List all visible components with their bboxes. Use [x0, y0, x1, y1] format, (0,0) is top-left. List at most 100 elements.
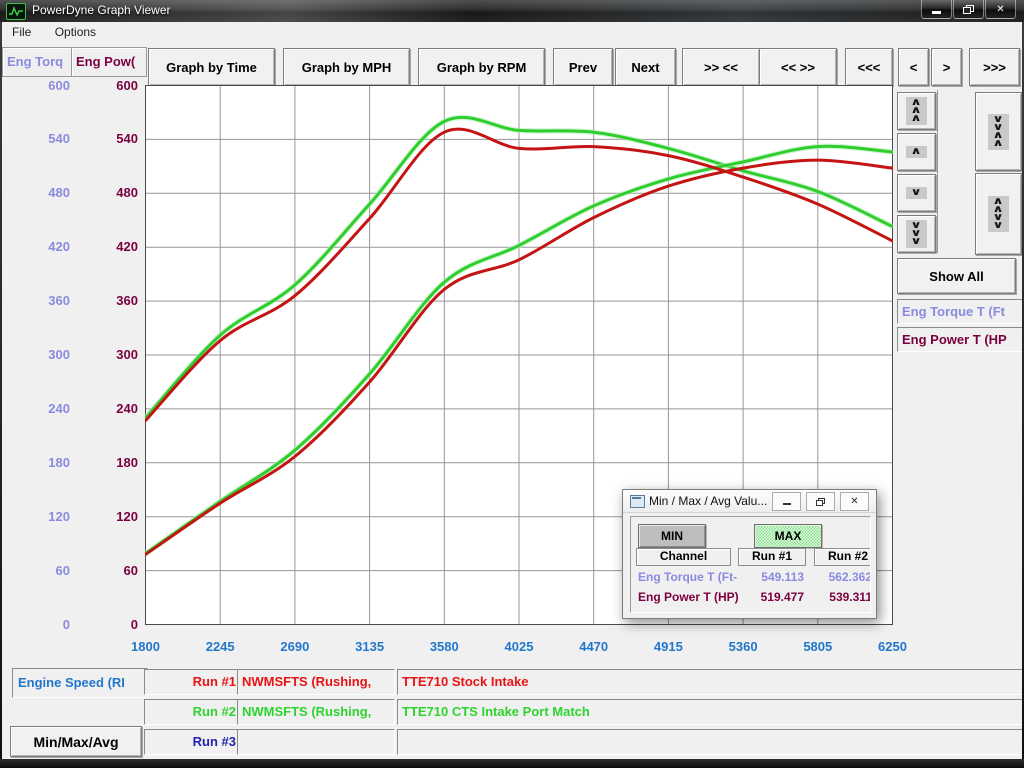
title-bar[interactable]: PowerDyne Graph Viewer ✕ — [0, 0, 1024, 22]
run1-label-box[interactable]: Run #1 — [144, 669, 243, 695]
torque-y-tick: 60 — [10, 563, 70, 579]
zoom-in-horizontal-button[interactable]: >> << — [682, 48, 760, 86]
zoom-out-horizontal-button[interactable]: << >> — [759, 48, 837, 86]
run1-file-box[interactable]: NWMSFTS (Rushing, — [237, 669, 395, 695]
panel-divider — [937, 90, 938, 253]
menu-options[interactable]: Options — [45, 22, 106, 39]
graph-by-rpm-button[interactable]: Graph by RPM — [418, 48, 545, 86]
dialog-torque-run1-max: 549.113 — [734, 570, 804, 584]
application-window: PowerDyne Graph Viewer ✕ File Options En… — [0, 0, 1024, 768]
channel-column-header[interactable]: Channel — [636, 548, 731, 566]
run3-label-box[interactable]: Run #3 — [144, 729, 243, 755]
window-title: PowerDyne Graph Viewer — [32, 3, 171, 17]
scroll-right-button[interactable]: > — [931, 48, 962, 86]
x-axis-channel-box[interactable]: Engine Speed (RI — [12, 668, 148, 698]
graph-by-mph-button[interactable]: Graph by MPH — [283, 48, 410, 86]
dialog-content-frame: MIN MAX Channel Run #1 Run #2 Eng Torque… — [630, 516, 871, 613]
rpm-x-tick: 4915 — [638, 639, 698, 655]
collapse-vertical-button[interactable]: ∨∨∧∧ — [975, 92, 1022, 171]
torque-y-tick: 600 — [10, 78, 70, 94]
power-channel-box[interactable]: Eng Power T (HP — [897, 327, 1022, 352]
min-max-avg-button[interactable]: Min/Max/Avg — [10, 726, 142, 757]
dialog-torque-channel: Eng Torque T (Ft- — [638, 570, 738, 584]
power-channel-header[interactable]: Eng Pow( — [71, 47, 147, 77]
dialog-title-bar[interactable]: Min / Max / Avg Valu... ✕ — [623, 490, 876, 513]
power-y-tick: 60 — [78, 563, 138, 579]
client-area: Eng Torq Eng Pow( Graph by Time Graph by… — [2, 42, 1022, 759]
min-toggle-button[interactable]: MIN — [638, 524, 706, 548]
dialog-power-run1-max: 519.477 — [734, 590, 804, 604]
app-icon — [6, 3, 26, 20]
power-y-tick: 240 — [78, 401, 138, 417]
torque-channel-header[interactable]: Eng Torq — [2, 47, 74, 77]
scroll-up-button[interactable]: ∧ — [897, 133, 936, 171]
run3-file-box[interactable] — [237, 729, 395, 755]
rpm-x-tick: 3580 — [414, 639, 474, 655]
scroll-down-triple-icon: ∨∨∨ — [906, 220, 926, 248]
power-y-tick: 540 — [78, 131, 138, 147]
restore-button[interactable] — [953, 0, 984, 19]
torque-y-tick: 360 — [10, 293, 70, 309]
close-icon: ✕ — [996, 4, 1004, 15]
graph-by-time-button[interactable]: Graph by Time — [148, 48, 275, 86]
rpm-x-tick: 1800 — [116, 639, 176, 655]
scroll-down-icon: ∨ — [906, 187, 926, 199]
torque-y-tick: 480 — [10, 185, 70, 201]
scroll-left-button[interactable]: < — [898, 48, 929, 86]
collapse-vertical-icon: ∨∨∧∧ — [988, 114, 1008, 150]
torque-y-tick: 0 — [10, 617, 70, 633]
dialog-icon — [630, 495, 645, 508]
run3-comment-box[interactable] — [397, 729, 1022, 755]
show-all-button[interactable]: Show All — [897, 258, 1016, 294]
dialog-power-run2-max: 539.311 — [810, 590, 871, 604]
rpm-x-tick: 4025 — [489, 639, 549, 655]
torque-y-tick: 240 — [10, 401, 70, 417]
expand-vertical-button[interactable]: ∧∧∨∨ — [975, 173, 1022, 255]
rpm-x-tick: 5360 — [713, 639, 773, 655]
rpm-x-tick: 6250 — [863, 639, 923, 655]
torque-channel-box[interactable]: Eng Torque T (Ft — [897, 299, 1022, 324]
torque-y-tick: 300 — [10, 347, 70, 363]
scroll-up-triple-button[interactable]: ∧∧∧ — [897, 92, 936, 130]
run1-column-header[interactable]: Run #1 — [738, 548, 806, 566]
scroll-right-fast-button[interactable]: >>> — [969, 48, 1020, 86]
run2-column-header[interactable]: Run #2 — [814, 548, 871, 566]
scroll-up-triple-icon: ∧∧∧ — [906, 97, 926, 125]
dialog-restore-icon — [816, 498, 825, 506]
dialog-power-channel: Eng Power T (HP) — [638, 590, 738, 604]
run2-comment-box[interactable]: TTE710 CTS Intake Port Match — [397, 699, 1022, 725]
dialog-minimize-icon — [783, 503, 791, 505]
menu-file[interactable]: File — [2, 22, 41, 39]
rpm-x-tick: 5805 — [788, 639, 848, 655]
dialog-minimize-button[interactable] — [772, 492, 801, 511]
scroll-up-icon: ∧ — [906, 146, 926, 158]
scroll-left-fast-button[interactable]: <<< — [845, 48, 893, 86]
rpm-x-tick: 2245 — [190, 639, 250, 655]
power-y-tick: 0 — [78, 617, 138, 633]
scroll-down-triple-button[interactable]: ∨∨∨ — [897, 215, 936, 253]
minimize-icon — [932, 11, 941, 14]
power-y-tick: 480 — [78, 185, 138, 201]
next-button[interactable]: Next — [615, 48, 676, 86]
torque-y-tick: 420 — [10, 239, 70, 255]
power-y-tick: 600 — [78, 78, 138, 94]
rpm-x-tick: 2690 — [265, 639, 325, 655]
dialog-close-button[interactable]: ✕ — [840, 492, 869, 511]
dialog-restore-button[interactable] — [806, 492, 835, 511]
run2-file-box[interactable]: NWMSFTS (Rushing, — [237, 699, 395, 725]
torque-y-tick: 540 — [10, 131, 70, 147]
run1-comment-box[interactable]: TTE710 Stock Intake — [397, 669, 1022, 695]
minimize-button[interactable] — [921, 0, 952, 19]
rpm-x-tick: 3135 — [340, 639, 400, 655]
torque-y-tick: 120 — [10, 509, 70, 525]
min-max-avg-dialog[interactable]: Min / Max / Avg Valu... ✕ MIN MAX Channe… — [622, 489, 877, 619]
power-y-tick: 120 — [78, 509, 138, 525]
expand-vertical-icon: ∧∧∨∨ — [988, 196, 1008, 232]
max-toggle-button[interactable]: MAX — [754, 524, 822, 548]
run2-label-box[interactable]: Run #2 — [144, 699, 243, 725]
torque-y-tick: 180 — [10, 455, 70, 471]
prev-button[interactable]: Prev — [553, 48, 613, 86]
close-button[interactable]: ✕ — [985, 0, 1016, 19]
power-y-tick: 360 — [78, 293, 138, 309]
scroll-down-button[interactable]: ∨ — [897, 174, 936, 212]
